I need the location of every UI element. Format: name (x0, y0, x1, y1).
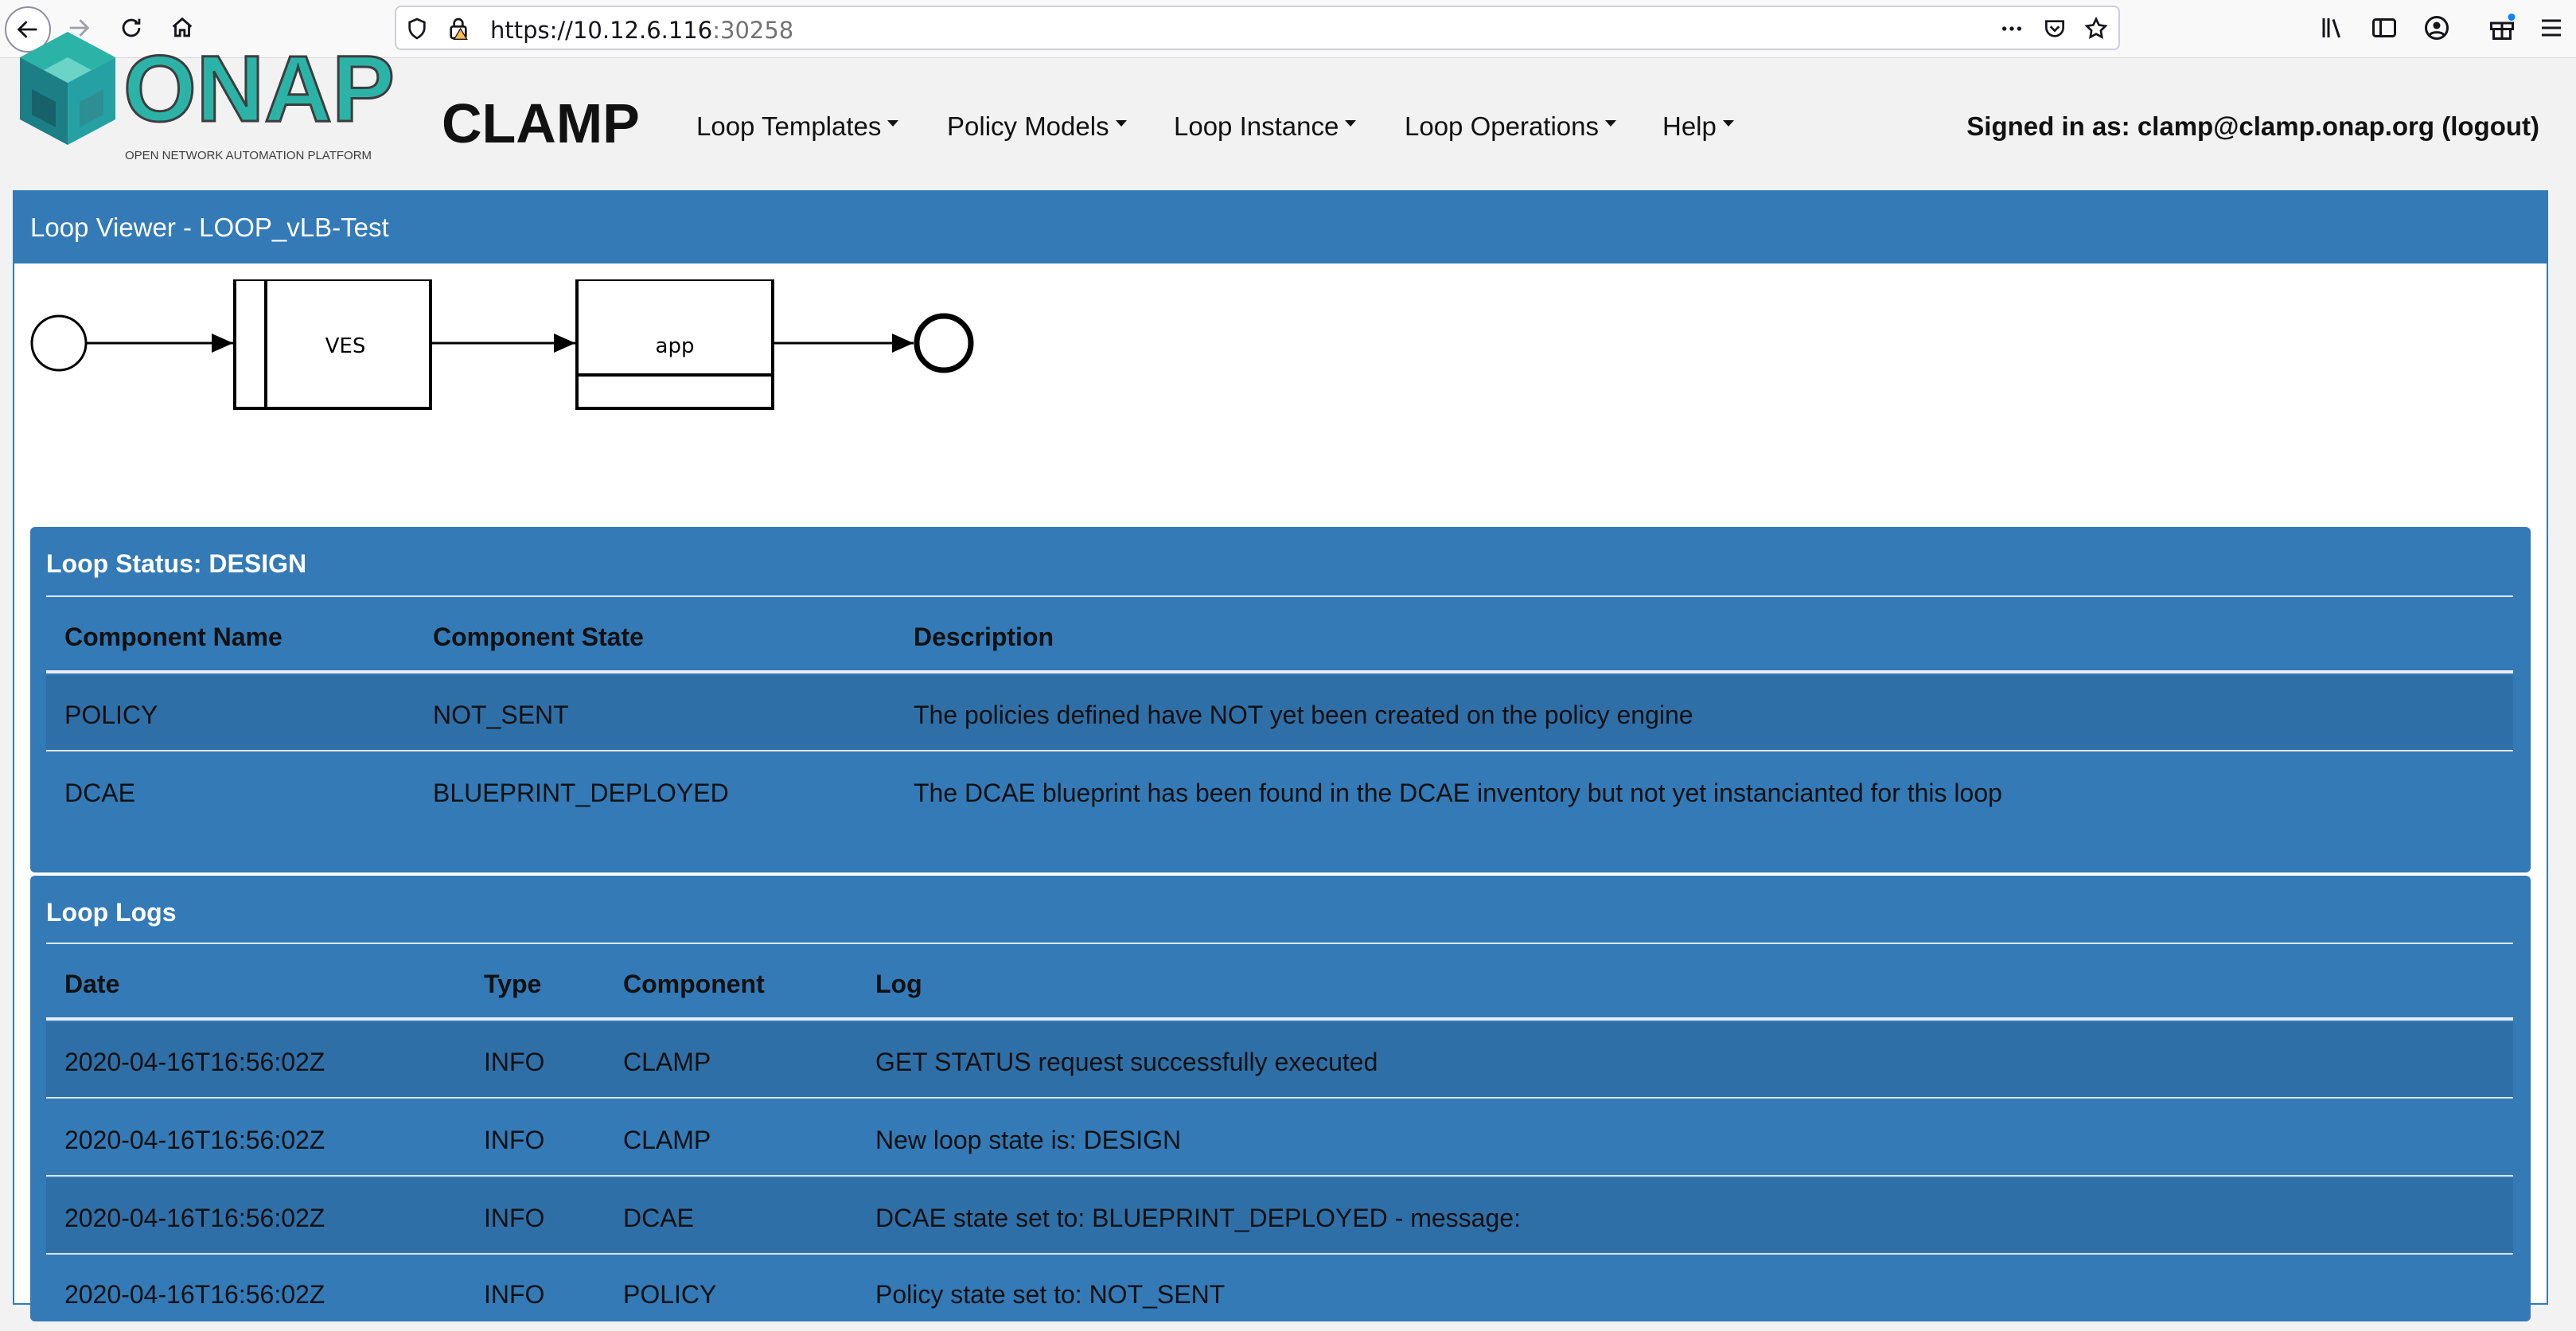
component-name-cell: POLICY (64, 701, 158, 729)
log-date-cell: 2020-04-16T16:56:02Z (64, 1126, 325, 1154)
shield-icon[interactable] (404, 16, 430, 41)
extensions-icon[interactable] (2488, 14, 2516, 42)
loop-diagram: VES app (30, 279, 974, 410)
menu-help[interactable]: Help (1662, 111, 1734, 142)
ves-node-label: VES (325, 334, 366, 358)
menu-label: Loop Operations (1405, 111, 1600, 141)
menu-policy-models[interactable]: Policy Models (947, 111, 1127, 142)
url-port: :30258 (712, 17, 794, 44)
caret-down-icon (1345, 120, 1357, 127)
component-name-cell: DCAE (64, 779, 135, 807)
log-type-cell: INFO (484, 1048, 545, 1076)
column-header: Log (875, 970, 922, 998)
address-bar[interactable]: https://10.12.6.116:30258 (395, 6, 2120, 50)
table-row: POLICY NOT_SENT The policies defined hav… (46, 675, 2513, 751)
log-message-cell: DCAE state set to: BLUEPRINT_DEPLOYED - … (875, 1204, 1521, 1232)
loop-status-title: Loop Status: DESIGN (46, 549, 307, 578)
table-row: 2020-04-16T16:56:02Z INFO CLAMP GET STAT… (46, 1022, 2513, 1099)
column-header: Component (623, 970, 765, 998)
onap-cube-icon (20, 32, 115, 145)
table-row: 2020-04-16T16:56:02Z INFO DCAE DCAE stat… (46, 1178, 2513, 1255)
divider (46, 750, 2513, 751)
caret-down-icon (1722, 120, 1734, 127)
log-component-cell: CLAMP (623, 1126, 711, 1154)
account-icon[interactable] (2422, 14, 2451, 42)
ves-node[interactable]: VES (233, 279, 432, 410)
log-message-cell: GET STATUS request successfully executed (875, 1048, 1378, 1076)
insecure-lock-icon[interactable] (446, 16, 471, 41)
log-date-cell: 2020-04-16T16:56:02Z (64, 1204, 325, 1232)
loop-viewer-title: Loop Viewer - LOOP_vLB-Test (30, 213, 389, 242)
table-row: DCAE BLUEPRINT_DEPLOYED The DCAE bluepri… (46, 753, 2513, 829)
divider (46, 670, 2513, 673)
log-component-cell: POLICY (623, 1280, 717, 1309)
app-node-label: app (656, 334, 695, 358)
loop-logs-panel: Loop Logs Date Type Component Log 2020-0… (30, 876, 2531, 1321)
divider (46, 1017, 2513, 1021)
menu-label: Loop Templates (696, 111, 882, 141)
table-row: 2020-04-16T16:56:02Z INFO CLAMP New loop… (46, 1100, 2513, 1177)
log-date-cell: 2020-04-16T16:56:02Z (64, 1048, 325, 1076)
log-message-cell: New loop state is: DESIGN (875, 1126, 1182, 1154)
end-event-node[interactable] (914, 313, 974, 373)
loop-status-panel: Loop Status: DESIGN Component Name Compo… (30, 527, 2531, 872)
loop-logs-title: Loop Logs (46, 898, 177, 927)
logs-table-header: Date Type Component Log (46, 944, 2513, 1021)
more-dots-icon[interactable] (1999, 16, 2025, 41)
bookmark-star-icon[interactable] (2083, 16, 2109, 41)
caret-down-icon (1605, 120, 1617, 127)
description-cell: The DCAE blueprint has been found in the… (914, 779, 2002, 807)
caret-down-icon (887, 120, 899, 127)
divider (46, 1175, 2513, 1177)
log-message-cell: Policy state set to: NOT_SENT (875, 1280, 1226, 1309)
menu-loop-templates[interactable]: Loop Templates (696, 111, 899, 142)
app-title: CLAMP (442, 92, 640, 154)
log-date-cell: 2020-04-16T16:56:02Z (64, 1280, 325, 1309)
pocket-icon[interactable] (2042, 16, 2067, 41)
log-type-cell: INFO (484, 1280, 545, 1309)
library-icon[interactable] (2319, 14, 2348, 42)
menu-label: Policy Models (947, 111, 1109, 141)
hamburger-menu-icon[interactable] (2537, 14, 2566, 42)
url-text[interactable]: https://10.12.6.116:30258 (490, 17, 793, 44)
column-header: Description (914, 623, 1054, 651)
onap-logo-text: ONAP (123, 37, 394, 142)
status-table-header: Component Name Component State Descripti… (46, 597, 2513, 673)
log-type-cell: INFO (484, 1204, 545, 1232)
onap-logo-subtext: OPEN NETWORK AUTOMATION PLATFORM (125, 149, 372, 162)
sidebar-icon[interactable] (2370, 14, 2399, 42)
menu-loop-instance[interactable]: Loop Instance (1174, 111, 1357, 142)
component-state-cell: BLUEPRINT_DEPLOYED (433, 779, 729, 807)
caret-down-icon (1115, 120, 1127, 127)
menu-loop-operations[interactable]: Loop Operations (1405, 111, 1617, 142)
app-node[interactable]: app (575, 279, 774, 410)
menu-label: Help (1662, 111, 1717, 141)
column-header: Component Name (64, 623, 283, 651)
divider (46, 1097, 2513, 1099)
menu-label: Loop Instance (1174, 111, 1339, 141)
log-type-cell: INFO (484, 1126, 545, 1154)
signed-in-user[interactable]: Signed in as: clamp@clamp.onap.org (logo… (1966, 111, 2539, 142)
url-host: https://10.12.6.116 (490, 17, 713, 44)
onap-logo: ONAP OPEN NETWORK AUTOMATION PLATFORM (20, 32, 394, 162)
loop-viewer-header: Loop Viewer - LOOP_vLB-Test (14, 192, 2547, 263)
description-cell: The policies defined have NOT yet been c… (914, 701, 1693, 729)
column-header: Component State (433, 623, 644, 651)
column-header: Type (484, 970, 542, 998)
table-row: 2020-04-16T16:56:02Z INFO POLICY Policy … (46, 1255, 2513, 1331)
column-header: Date (64, 970, 120, 998)
log-component-cell: CLAMP (623, 1048, 711, 1076)
log-component-cell: DCAE (623, 1204, 694, 1232)
component-state-cell: NOT_SENT (433, 701, 569, 729)
start-event-node[interactable] (30, 314, 88, 372)
